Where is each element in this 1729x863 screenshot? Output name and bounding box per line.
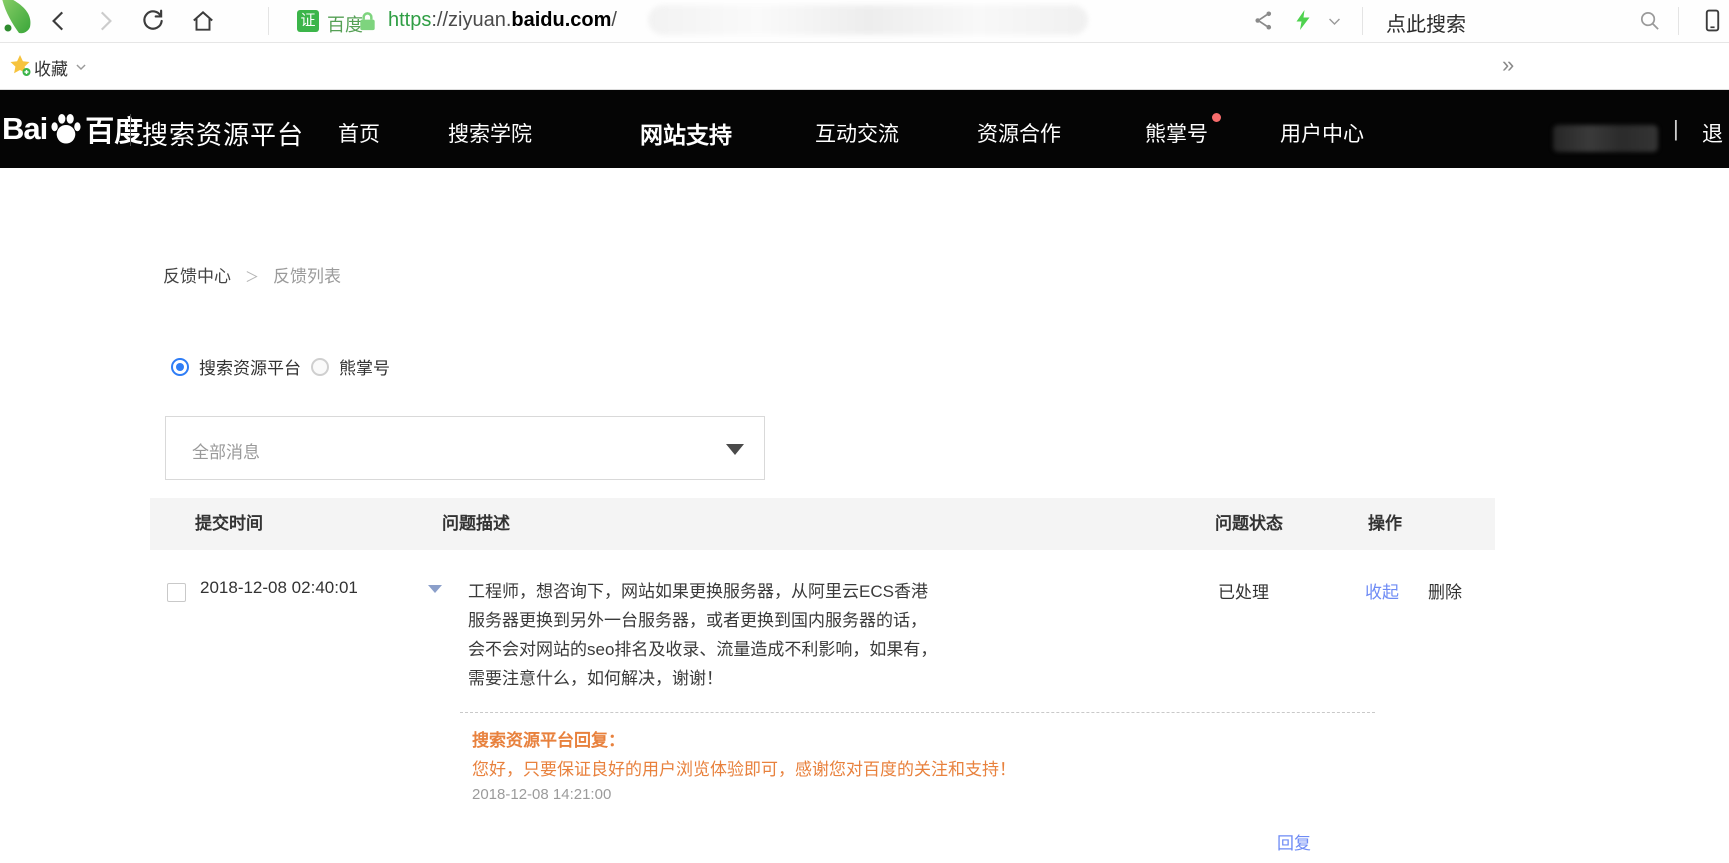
baidu-paw-icon xyxy=(48,110,84,148)
reply-link[interactable]: 回复 xyxy=(1277,829,1311,854)
breadcrumb-current: 反馈列表 xyxy=(273,267,341,286)
message-type-dropdown[interactable]: 全部消息 xyxy=(165,416,765,480)
question-line: 服务器更换到另外一台服务器，或者更换到国内服务器的话， xyxy=(468,606,988,635)
nav-item-user-center[interactable]: 用户中心 xyxy=(1280,118,1364,148)
breadcrumb-parent[interactable]: 反馈中心 xyxy=(163,267,231,286)
question-line: 会不会对网站的seo排名及收录、流量造成不利影响，如果有， xyxy=(468,635,988,664)
nav-item-xiongzhang[interactable]: 熊掌号 xyxy=(1145,118,1208,148)
reply-title: 搜索资源平台回复： xyxy=(472,726,625,751)
nav-item-interaction[interactable]: 互动交流 xyxy=(815,118,899,148)
site-navbar: Bai 百度 搜索资源平台 首页 搜索学院 网站支持 互动交流 资源合作 熊掌号… xyxy=(0,90,1729,168)
mobile-phone-icon[interactable] xyxy=(1700,8,1725,33)
url-path: / xyxy=(611,9,617,31)
feedback-table-header: 提交时间 问题描述 问题状态 操作 xyxy=(150,498,1495,550)
url-redacted-area xyxy=(648,5,1088,35)
username-redacted[interactable] xyxy=(1553,125,1658,152)
reply-divider xyxy=(460,712,1375,713)
toolbar-separator xyxy=(268,7,269,35)
nav-item-home[interactable]: 首页 xyxy=(338,118,380,148)
radio-label-search-platform[interactable]: 搜索资源平台 xyxy=(199,354,301,379)
favorites-chevron-icon[interactable] xyxy=(74,60,88,74)
search-icon[interactable] xyxy=(1638,9,1661,32)
row-checkbox[interactable] xyxy=(167,583,186,602)
column-header-time: 提交时间 xyxy=(195,498,263,550)
logo-text-bai: Bai xyxy=(2,111,47,147)
breadcrumb: 反馈中心 ＞ 反馈列表 xyxy=(163,262,341,287)
breadcrumb-separator-icon: ＞ xyxy=(245,269,259,285)
submit-time: 2018-12-08 02:40:01 xyxy=(200,578,358,598)
nav-item-academy[interactable]: 搜索学院 xyxy=(448,118,532,148)
back-icon[interactable] xyxy=(46,8,72,34)
baidu-logo[interactable]: Bai 百度 xyxy=(2,108,143,150)
reply-time: 2018-12-08 14:21:00 xyxy=(472,786,611,803)
favorites-star-icon[interactable] xyxy=(8,53,32,77)
collapse-triangle-icon[interactable] xyxy=(428,585,442,593)
nav-item-resources[interactable]: 资源合作 xyxy=(977,118,1061,148)
column-header-action: 操作 xyxy=(1368,498,1402,550)
logo-divider xyxy=(130,114,131,146)
status-badge: 已处理 xyxy=(1218,578,1269,603)
ssl-lock-icon xyxy=(356,10,379,33)
favorites-label[interactable]: 收藏 xyxy=(34,55,68,80)
site-verify-badge: 证 xyxy=(297,10,319,32)
radio-label-xiongzhang[interactable]: 熊掌号 xyxy=(339,354,390,379)
nav-item-site-support[interactable]: 网站支持 xyxy=(640,116,732,150)
address-bar[interactable]: https://ziyuan.baidu.com/ xyxy=(388,9,617,32)
question-line: 需要注意什么，如何解决，谢谢！ xyxy=(468,664,988,693)
speed-lightning-icon[interactable] xyxy=(1291,8,1315,32)
url-host: ://ziyuan. xyxy=(431,9,511,31)
logout-link-partial[interactable]: 退 xyxy=(1702,118,1729,148)
user-menu-divider: | xyxy=(1673,116,1679,142)
question-line: 工程师，想咨询下，网站如果更换服务器，从阿里云ECS香港 xyxy=(468,577,988,606)
browser-toolbar: 证 百度 https://ziyuan.baidu.com/ 点此搜索 xyxy=(0,0,1729,43)
bookmarks-bar: 收藏 » xyxy=(0,43,1729,90)
notification-dot xyxy=(1212,113,1221,122)
url-domain: baidu.com xyxy=(511,9,611,31)
url-protocol: https xyxy=(388,9,431,31)
collapse-link[interactable]: 收起 xyxy=(1365,578,1399,603)
source-filter: 搜索资源平台 熊掌号 xyxy=(171,354,390,379)
radio-search-platform[interactable] xyxy=(171,358,189,376)
column-header-description: 问题描述 xyxy=(442,498,510,550)
more-bookmarks-icon[interactable]: » xyxy=(1502,52,1514,78)
dropdown-arrow-icon xyxy=(726,444,744,455)
refresh-icon[interactable] xyxy=(140,8,166,34)
search-input[interactable]: 点此搜索 xyxy=(1386,8,1466,37)
share-icon[interactable] xyxy=(1252,9,1275,32)
column-header-status: 问题状态 xyxy=(1215,498,1283,550)
logo-text-cn: 百度 xyxy=(85,108,143,150)
dropdown-selected-value: 全部消息 xyxy=(192,438,260,463)
toolbar-separator xyxy=(1362,7,1363,35)
toolbar-separator xyxy=(1678,7,1679,35)
home-icon[interactable] xyxy=(190,8,216,34)
question-description: 工程师，想咨询下，网站如果更换服务器，从阿里云ECS香港 服务器更换到另外一台服… xyxy=(468,577,988,693)
forward-icon[interactable] xyxy=(92,8,118,34)
platform-title: 搜索资源平台 xyxy=(142,115,304,152)
browser-logo-icon xyxy=(0,0,40,34)
radio-xiongzhang[interactable] xyxy=(311,358,329,376)
reply-body: 您好，只要保证良好的用户浏览体验即可，感谢您对百度的关注和支持！ xyxy=(472,755,1016,780)
chevron-down-icon[interactable] xyxy=(1326,13,1343,30)
delete-link[interactable]: 删除 xyxy=(1428,578,1462,603)
